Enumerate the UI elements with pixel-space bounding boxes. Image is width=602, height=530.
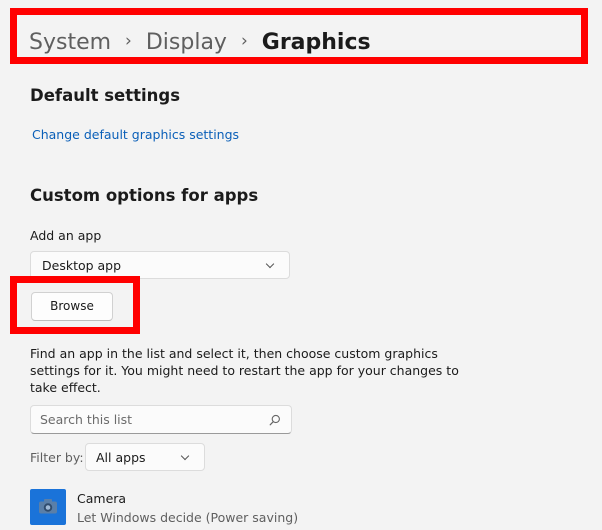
app-graphics-setting: Let Windows decide (Power saving) <box>77 510 299 525</box>
filter-value: All apps <box>96 450 146 465</box>
add-app-label: Add an app <box>30 228 102 243</box>
list-item[interactable]: Camera Let Windows decide (Power saving) <box>30 487 450 529</box>
app-type-dropdown[interactable]: Desktop app <box>30 251 290 279</box>
browse-button[interactable]: Browse <box>31 292 113 321</box>
custom-options-heading: Custom options for apps <box>30 186 259 205</box>
page-title: Graphics <box>261 29 371 55</box>
chevron-right-icon: › <box>240 31 248 51</box>
breadcrumb-display[interactable]: Display <box>146 30 227 55</box>
chevron-right-icon: › <box>125 31 132 51</box>
graphics-settings-page: System › Display › Graphics Default sett… <box>0 0 602 530</box>
breadcrumb: System › Display › Graphics <box>29 24 371 60</box>
camera-icon <box>39 499 57 514</box>
search-input[interactable] <box>40 410 260 429</box>
search-icon <box>269 414 280 426</box>
change-default-graphics-link[interactable]: Change default graphics settings <box>32 127 239 142</box>
chevron-down-icon <box>265 259 275 269</box>
filter-dropdown[interactable]: All apps <box>85 443 205 471</box>
chevron-down-icon <box>180 451 190 461</box>
app-name: Camera <box>77 491 127 506</box>
instructions-text: Find an app in the list and select it, t… <box>30 346 459 395</box>
app-type-value: Desktop app <box>42 258 122 273</box>
default-settings-heading: Default settings <box>30 86 181 105</box>
filter-label: Filter by: <box>30 450 84 465</box>
search-box[interactable] <box>30 405 292 434</box>
camera-app-tile <box>30 489 66 525</box>
breadcrumb-system[interactable]: System <box>29 30 111 55</box>
